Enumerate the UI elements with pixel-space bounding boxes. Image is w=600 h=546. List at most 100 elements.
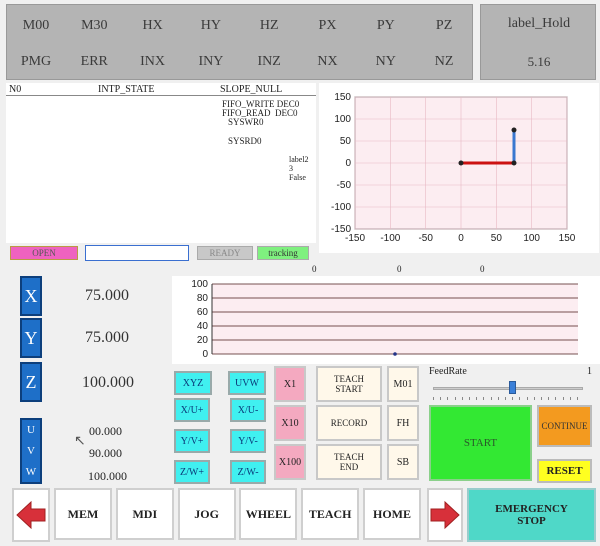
- status-m00: M00: [22, 18, 50, 33]
- axis-y-value: 75.000: [85, 329, 129, 346]
- trace-plot: 0 20 40 60 80 100: [191, 279, 578, 360]
- syswr: SYSWR0: [228, 117, 264, 127]
- intp-state: INTP_STATE: [98, 84, 155, 95]
- status-inz: INZ: [257, 54, 281, 69]
- command-input[interactable]: [85, 245, 189, 261]
- right-arrow-icon: [430, 500, 460, 530]
- sysrd: SYSRD0: [228, 136, 262, 146]
- slider-tick: [454, 397, 456, 400]
- x-tick-label: -50: [418, 233, 433, 244]
- mode-mdi-button[interactable]: MDI: [115, 488, 174, 540]
- readout-3: 0: [480, 264, 485, 274]
- hold-panel: label_Hold 5.16: [480, 4, 596, 80]
- slider-thumb[interactable]: [508, 381, 516, 394]
- mode-jog-button[interactable]: JOG: [177, 488, 236, 540]
- slider-tick: [469, 397, 470, 400]
- prev-page-button[interactable]: [12, 488, 50, 542]
- slider-tick: [526, 397, 528, 400]
- continue-button[interactable]: CONTINUE: [537, 405, 592, 447]
- emergency-line2: STOP: [517, 515, 546, 527]
- jog-yv-plus-button[interactable]: Y/V+: [174, 429, 210, 453]
- axis-y-button[interactable]: Y: [20, 318, 42, 358]
- slider-tick: [433, 397, 434, 400]
- axis-u-label: U: [27, 424, 35, 437]
- tracking-indicator: tracking: [257, 246, 309, 260]
- status-px: PX: [318, 18, 337, 33]
- slider-tick: [519, 397, 521, 400]
- jog-xu-minus-button[interactable]: X/U-: [230, 398, 266, 422]
- feedrate-slider[interactable]: [433, 381, 583, 403]
- data-point: [393, 352, 397, 356]
- sb-button[interactable]: SB: [387, 444, 419, 480]
- y-tick-label: 20: [197, 335, 209, 346]
- mode-home-button[interactable]: HOME: [363, 488, 421, 540]
- mode-mem-button[interactable]: MEM: [54, 488, 112, 540]
- multiplier-x10-button[interactable]: X10: [274, 405, 306, 441]
- mode-teach-button[interactable]: TEACH: [301, 488, 360, 540]
- jog-zw-minus-button[interactable]: Z/W-: [230, 460, 266, 484]
- jog-xu-plus-button[interactable]: X/U+: [174, 398, 210, 422]
- y-tick-label: -100: [331, 202, 351, 213]
- slider-tick: [541, 397, 542, 400]
- slider-tick: [490, 397, 492, 400]
- jog-yv-minus-button[interactable]: Y/V-: [230, 429, 266, 453]
- plot-area: [212, 284, 578, 354]
- next-page-button[interactable]: [427, 488, 463, 542]
- y-tick-label: 60: [197, 307, 209, 318]
- status-err: ERR: [80, 54, 108, 69]
- mode-wheel-button[interactable]: WHEEL: [239, 488, 298, 540]
- jog-uvw-button[interactable]: UVW: [228, 371, 266, 395]
- left-arrow-icon: [16, 500, 46, 530]
- trace-chart: 0 20 40 60 80 100: [172, 276, 600, 364]
- status-nz: NZ: [434, 54, 454, 69]
- xy-position-plot: -150-100-50050100150-150 -100 -50 0 50 100 150: [331, 92, 576, 244]
- jog-xyz-button[interactable]: XYZ: [174, 371, 212, 395]
- axis-x-button[interactable]: X: [20, 276, 42, 316]
- data-point: [511, 160, 517, 166]
- status-ny: NY: [375, 54, 396, 69]
- teach-start-line2: START: [335, 384, 363, 394]
- teach-start-button[interactable]: TEACH START: [316, 366, 382, 402]
- multiplier-x1-button[interactable]: X1: [274, 366, 306, 402]
- axis-x-value: 75.000: [85, 287, 129, 304]
- x-tick-label: 0: [458, 233, 464, 244]
- fh-button[interactable]: FH: [387, 405, 419, 441]
- y-tick-label: 0: [202, 349, 208, 360]
- x-tick-label: -100: [380, 233, 400, 244]
- status-py: PY: [376, 18, 395, 33]
- xy-position-chart: -150 -100 -50 0 50 100 150 -150 -100 -50 0 50 100 150: [319, 83, 599, 253]
- slider-tick: [548, 397, 550, 400]
- slider-tick: [447, 397, 449, 400]
- jog-zw-plus-button[interactable]: Z/W+: [174, 460, 210, 484]
- teach-end-line1: TEACH: [334, 452, 364, 462]
- y-tick-label: 80: [197, 293, 209, 304]
- ready-indicator: READY: [197, 246, 253, 260]
- slider-tick: [476, 397, 478, 400]
- m01-button[interactable]: M01: [387, 366, 419, 402]
- data-point: [511, 127, 517, 133]
- axis-z-value: 100.000: [82, 374, 134, 391]
- slider-tick: [461, 397, 463, 400]
- feedrate-label: FeedRate: [429, 366, 467, 377]
- start-button[interactable]: START: [429, 405, 532, 481]
- reset-button[interactable]: RESET: [537, 459, 592, 483]
- axis-w-value: 100.000: [88, 469, 127, 483]
- slider-tick: [505, 397, 506, 400]
- record-button[interactable]: RECORD: [316, 405, 382, 441]
- readout-2: 0: [397, 264, 402, 274]
- axis-uvw-button[interactable]: U V W: [20, 418, 42, 484]
- axis-v-value: 90.000: [89, 446, 122, 460]
- x-tick-label: 150: [559, 233, 576, 244]
- y-tick-label: 40: [197, 321, 209, 332]
- y-tick-label: 100: [334, 114, 351, 125]
- x-tick-label: 50: [491, 233, 503, 244]
- slider-tick: [512, 397, 514, 400]
- open-button[interactable]: OPEN: [10, 246, 78, 260]
- axis-z-button[interactable]: Z: [20, 362, 42, 402]
- emergency-stop-button[interactable]: EMERGENCY STOP: [467, 488, 596, 542]
- data-point: [458, 160, 464, 166]
- slope-state: SLOPE_NULL: [220, 84, 283, 95]
- teach-end-button[interactable]: TEACH END: [316, 444, 382, 480]
- multiplier-x100-button[interactable]: X100: [274, 444, 306, 480]
- status-nx: NX: [317, 54, 338, 69]
